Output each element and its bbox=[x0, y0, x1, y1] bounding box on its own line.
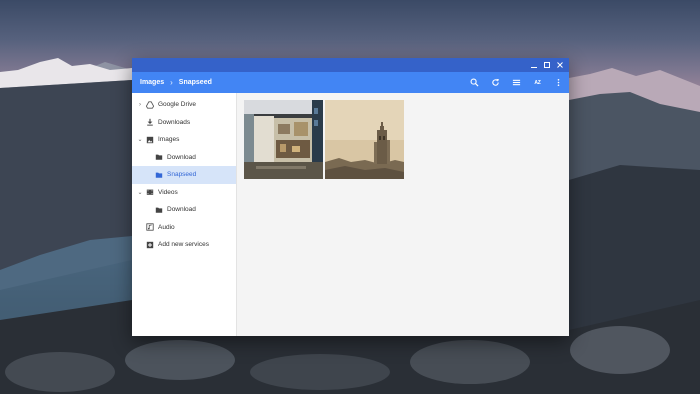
sidebar-item-label: Images bbox=[158, 136, 180, 144]
sidebar: › Google Drive Downloads ⌄ Images Downlo… bbox=[132, 93, 237, 336]
sidebar-item-label: Download bbox=[167, 206, 196, 214]
folder-icon bbox=[154, 153, 163, 162]
window-frame-bar bbox=[132, 58, 569, 72]
minimize-icon[interactable] bbox=[527, 59, 540, 72]
photo-thumbnail-tower[interactable] bbox=[325, 100, 404, 179]
audio-icon bbox=[145, 223, 154, 232]
sidebar-item-label: Add new services bbox=[158, 241, 209, 249]
close-icon[interactable] bbox=[553, 59, 566, 72]
refresh-icon[interactable] bbox=[485, 72, 506, 93]
sidebar-item-audio[interactable]: Audio bbox=[132, 219, 236, 237]
drive-icon bbox=[145, 100, 154, 109]
search-icon[interactable] bbox=[464, 72, 485, 93]
sidebar-item-images-download[interactable]: Download bbox=[132, 149, 236, 167]
collapse-arrow-icon[interactable]: ⌄ bbox=[135, 189, 145, 196]
file-grid bbox=[237, 93, 569, 336]
more-icon[interactable] bbox=[548, 72, 569, 93]
video-icon bbox=[145, 188, 154, 197]
sidebar-item-videos-download[interactable]: Download bbox=[132, 201, 236, 219]
content-area: › Google Drive Downloads ⌄ Images Downlo… bbox=[132, 93, 569, 336]
sidebar-item-google-drive[interactable]: › Google Drive bbox=[132, 96, 236, 114]
toolbar: Images › Snapseed AZ bbox=[132, 72, 569, 93]
breadcrumb-snapseed[interactable]: Snapseed bbox=[179, 79, 212, 86]
sidebar-item-add-new-services[interactable]: Add new services bbox=[132, 236, 236, 254]
sidebar-item-label: Audio bbox=[158, 223, 175, 231]
view-icon[interactable] bbox=[506, 72, 527, 93]
add-icon bbox=[145, 240, 154, 249]
sidebar-item-label: Google Drive bbox=[158, 101, 196, 109]
collapse-arrow-icon[interactable]: ⌄ bbox=[135, 136, 145, 143]
sidebar-item-downloads[interactable]: Downloads bbox=[132, 114, 236, 132]
photo-thumbnail-room[interactable] bbox=[244, 100, 323, 179]
sidebar-item-videos[interactable]: ⌄ Videos bbox=[132, 184, 236, 202]
sidebar-item-label: Snapseed bbox=[167, 171, 197, 179]
sort-icon[interactable]: AZ bbox=[527, 72, 548, 93]
folder-icon bbox=[154, 205, 163, 214]
sidebar-item-snapseed[interactable]: Snapseed bbox=[132, 166, 236, 184]
breadcrumb-separator: › bbox=[170, 78, 173, 87]
maximize-icon[interactable] bbox=[540, 59, 553, 72]
sidebar-item-label: Videos bbox=[158, 188, 178, 196]
files-app-window: Images › Snapseed AZ › Google Drive Down… bbox=[132, 58, 569, 336]
folder-icon bbox=[154, 170, 163, 179]
download-icon bbox=[145, 118, 154, 127]
sidebar-item-images[interactable]: ⌄ Images bbox=[132, 131, 236, 149]
sidebar-item-label: Downloads bbox=[158, 118, 191, 126]
breadcrumb-images[interactable]: Images bbox=[140, 79, 164, 86]
image-icon bbox=[145, 135, 154, 144]
sidebar-item-label: Download bbox=[167, 153, 196, 161]
expand-arrow-icon[interactable]: › bbox=[135, 102, 145, 108]
sort-label: AZ bbox=[534, 79, 541, 86]
